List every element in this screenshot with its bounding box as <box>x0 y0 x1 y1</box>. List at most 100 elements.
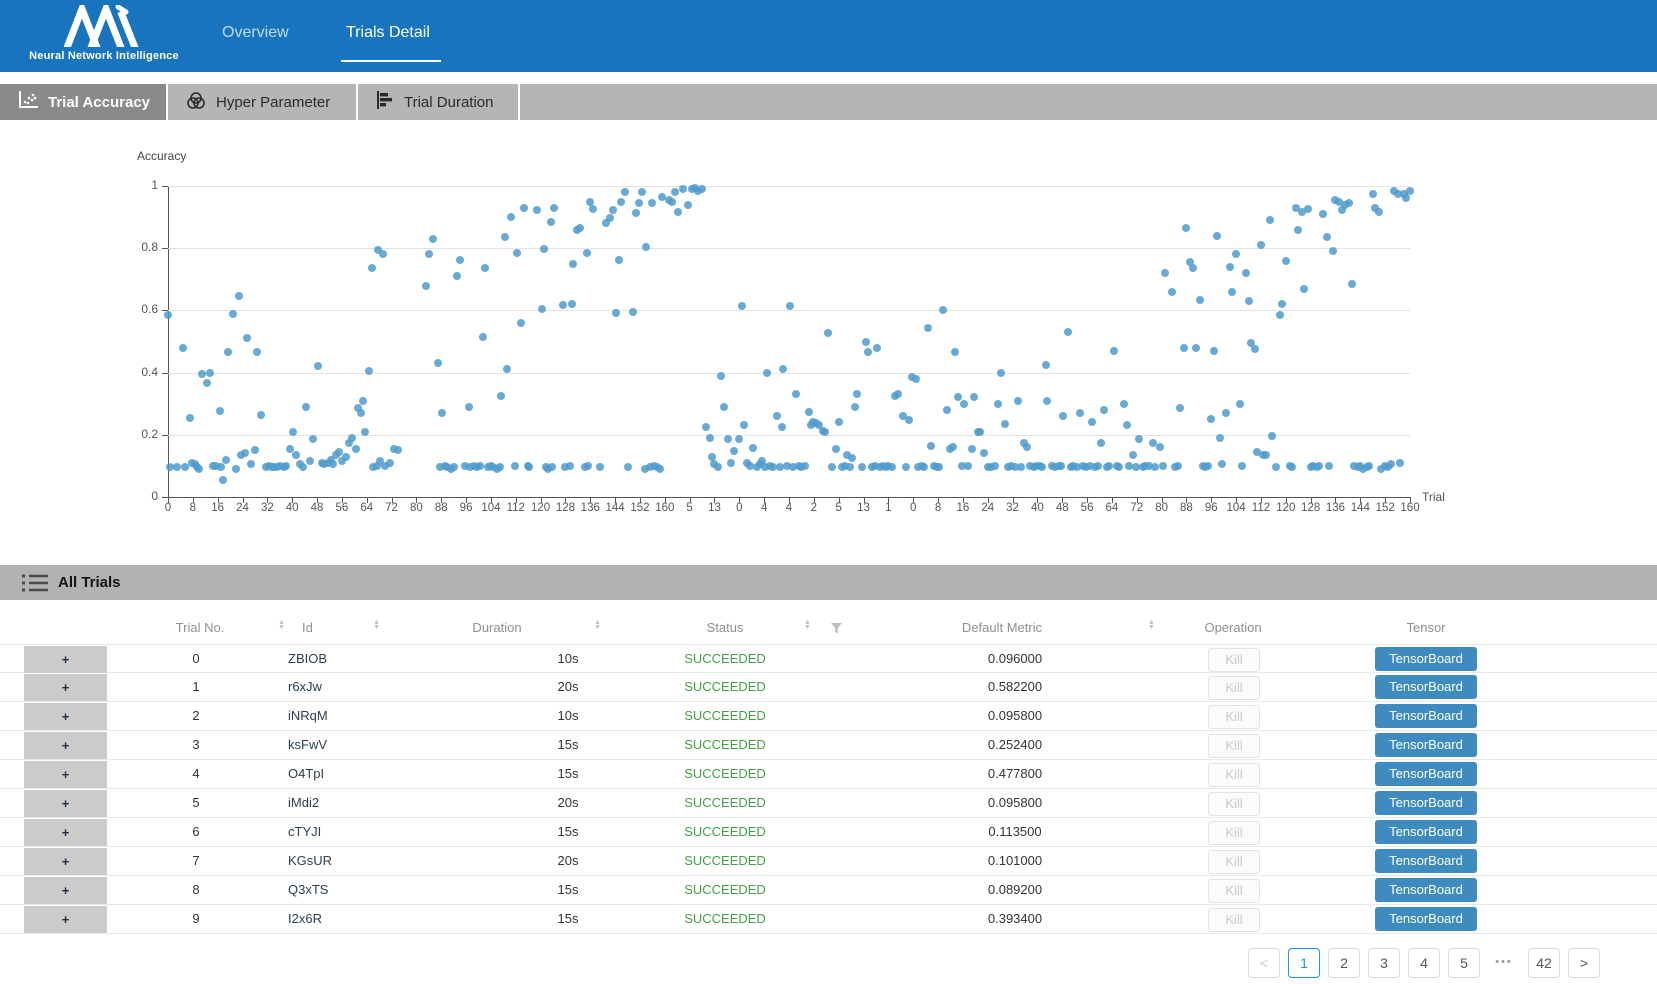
expand-row-button[interactable]: + <box>24 877 107 904</box>
trial-duration-icon <box>376 91 394 113</box>
scatter-point <box>1017 463 1025 471</box>
kill-button[interactable]: Kill <box>1208 676 1260 700</box>
scatter-point <box>617 198 625 206</box>
scatter-point <box>1182 224 1190 232</box>
tensorboard-button[interactable]: TensorBoard <box>1375 647 1477 671</box>
kill-button[interactable]: Kill <box>1208 821 1260 845</box>
column-header-default-metric[interactable]: Default Metric <box>962 620 1042 635</box>
scatter-point <box>456 256 464 264</box>
scatter-point <box>671 188 679 196</box>
column-header-trial-no-[interactable]: Trial No. <box>176 620 225 635</box>
scatter-point <box>559 301 567 309</box>
sort-icon[interactable]: ▲▼ <box>804 620 811 630</box>
column-header-id[interactable]: Id <box>302 620 313 635</box>
pagination-page-2[interactable]: 2 <box>1328 948 1360 978</box>
expand-row-button[interactable]: + <box>24 703 107 730</box>
expand-row-button[interactable]: + <box>24 848 107 875</box>
scatter-point <box>749 444 757 452</box>
pagination-next-button[interactable]: > <box>1568 948 1600 978</box>
tab-hyper-parameter[interactable]: Hyper Parameter <box>168 84 356 120</box>
scatter-point <box>994 400 1002 408</box>
scatter-point <box>379 250 387 258</box>
kill-button[interactable]: Kill <box>1208 648 1260 672</box>
tensorboard-button[interactable]: TensorBoard <box>1375 675 1477 699</box>
pagination-page-4[interactable]: 4 <box>1408 948 1440 978</box>
tensorboard-button[interactable]: TensorBoard <box>1375 704 1477 728</box>
logo-subtitle: Neural Network Intelligence <box>22 50 186 62</box>
scatter-point <box>1159 462 1167 470</box>
kill-button[interactable]: Kill <box>1208 734 1260 758</box>
scatter-point <box>740 421 748 429</box>
scatter-point <box>394 446 402 454</box>
scatter-point <box>1268 432 1276 440</box>
scatter-point <box>1242 269 1250 277</box>
scatter-point <box>629 308 637 316</box>
table-row: +1r6xJw20sSUCCEEDED0.582200KillTensorBoa… <box>0 673 1657 702</box>
kill-button[interactable]: Kill <box>1208 850 1260 874</box>
scatter-point <box>1257 241 1265 249</box>
kill-button[interactable]: Kill <box>1208 705 1260 729</box>
scatter-point <box>888 463 896 471</box>
scatter-point <box>873 344 881 352</box>
cell-id: O4TpI <box>288 760 324 789</box>
expand-row-button[interactable]: + <box>24 906 107 933</box>
cell-id: I2x6R <box>288 905 322 934</box>
pagination-page-3[interactable]: 3 <box>1368 948 1400 978</box>
nav-tab-overview[interactable]: Overview <box>222 0 289 66</box>
tab-trial-accuracy[interactable]: Trial Accuracy <box>0 84 166 120</box>
tensorboard-button[interactable]: TensorBoard <box>1375 849 1477 873</box>
column-header-duration[interactable]: Duration <box>472 620 521 635</box>
kill-button[interactable]: Kill <box>1208 908 1260 932</box>
expand-row-button[interactable]: + <box>24 790 107 817</box>
pagination-prev-button[interactable]: < <box>1248 948 1280 978</box>
sort-icon[interactable]: ▲▼ <box>278 620 285 630</box>
kill-button[interactable]: Kill <box>1208 763 1260 787</box>
scatter-point <box>735 435 743 443</box>
tab-trial-duration[interactable]: Trial Duration <box>358 84 518 120</box>
scatter-point <box>438 409 446 417</box>
table-row: +4O4TpI15sSUCCEEDED0.477800KillTensorBoa… <box>0 760 1657 789</box>
tensorboard-button[interactable]: TensorBoard <box>1375 907 1477 931</box>
kill-button[interactable]: Kill <box>1208 792 1260 816</box>
pagination-page-5[interactable]: 5 <box>1448 948 1480 978</box>
scatter-point <box>1115 463 1123 471</box>
tensorboard-button[interactable]: TensorBoard <box>1375 791 1477 815</box>
scatter-point <box>1262 451 1270 459</box>
tensorboard-button[interactable]: TensorBoard <box>1375 733 1477 757</box>
expand-row-button[interactable]: + <box>24 819 107 846</box>
kill-button[interactable]: Kill <box>1208 879 1260 903</box>
expand-row-button[interactable]: + <box>24 646 107 673</box>
tensorboard-button[interactable]: TensorBoard <box>1375 878 1477 902</box>
scatter-point <box>1038 463 1046 471</box>
scatter-point <box>968 445 976 453</box>
column-header-status[interactable]: Status <box>707 620 744 635</box>
tab-strip-filler <box>520 84 1657 120</box>
expand-row-button[interactable]: + <box>24 732 107 759</box>
sort-icon[interactable]: ▲▼ <box>1148 620 1155 630</box>
pagination-page-42[interactable]: 42 <box>1528 948 1560 978</box>
expand-row-button[interactable]: + <box>24 674 107 701</box>
all-trials-title: All Trials <box>58 574 121 591</box>
scatter-point <box>1266 216 1274 224</box>
tensorboard-button[interactable]: TensorBoard <box>1375 820 1477 844</box>
scatter-point <box>525 463 533 471</box>
cell-duration: 15s <box>558 818 579 847</box>
scatter-point <box>1001 420 1009 428</box>
expand-row-button[interactable]: + <box>24 761 107 788</box>
sort-icon[interactable]: ▲▼ <box>373 620 380 630</box>
scatter-point <box>1236 400 1244 408</box>
scatter-point <box>997 369 1005 377</box>
scatter-point <box>229 310 237 318</box>
scatter-point <box>1282 257 1290 265</box>
pagination-page-1[interactable]: 1 <box>1288 948 1320 978</box>
y-axis-tick <box>162 186 168 187</box>
sort-icon[interactable]: ▲▼ <box>594 620 601 630</box>
cell-duration: 15s <box>558 760 579 789</box>
cell-default-metric: 0.582200 <box>988 673 1042 702</box>
nav-tab-trials-detail[interactable]: Trials Detail <box>346 0 430 66</box>
nni-logo-icon <box>64 5 148 47</box>
filter-icon[interactable] <box>831 621 842 639</box>
scatter-point <box>497 392 505 400</box>
scatter-point <box>1251 345 1259 353</box>
tensorboard-button[interactable]: TensorBoard <box>1375 762 1477 786</box>
